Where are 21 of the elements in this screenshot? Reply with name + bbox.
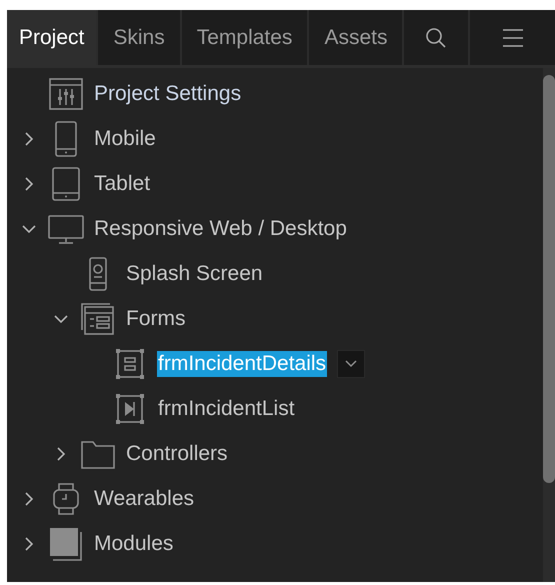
tree-item[interactable]: Splash Screen — [125, 260, 264, 286]
tree-item[interactable]: Tablet — [93, 170, 152, 196]
tree-item[interactable]: Modules — [93, 530, 174, 556]
scrollbar-thumb[interactable] — [543, 75, 555, 483]
form-stack-icon — [80, 300, 116, 336]
module-icon — [48, 526, 84, 562]
tab[interactable]: Templates — [182, 10, 310, 65]
tree-item[interactable]: Controllers — [125, 440, 229, 466]
tree-item[interactable]: Wearables — [93, 486, 195, 512]
tab[interactable]: Project — [7, 10, 98, 65]
tree-item[interactable]: frmIncidentList — [157, 396, 296, 422]
tree-item[interactable]: Mobile — [93, 126, 157, 152]
caret-icon — [345, 360, 358, 368]
dropdown-button[interactable] — [337, 350, 366, 378]
tree-item[interactable]: Project Settings — [93, 80, 242, 106]
tab[interactable]: Assets — [309, 10, 404, 65]
tab[interactable]: Skins — [98, 10, 182, 65]
tree-item[interactable]: Responsive Web / Desktop — [93, 216, 348, 242]
sliders-icon — [48, 76, 84, 112]
search-icon[interactable] — [424, 26, 448, 50]
tree-item[interactable]: Forms — [125, 306, 186, 332]
